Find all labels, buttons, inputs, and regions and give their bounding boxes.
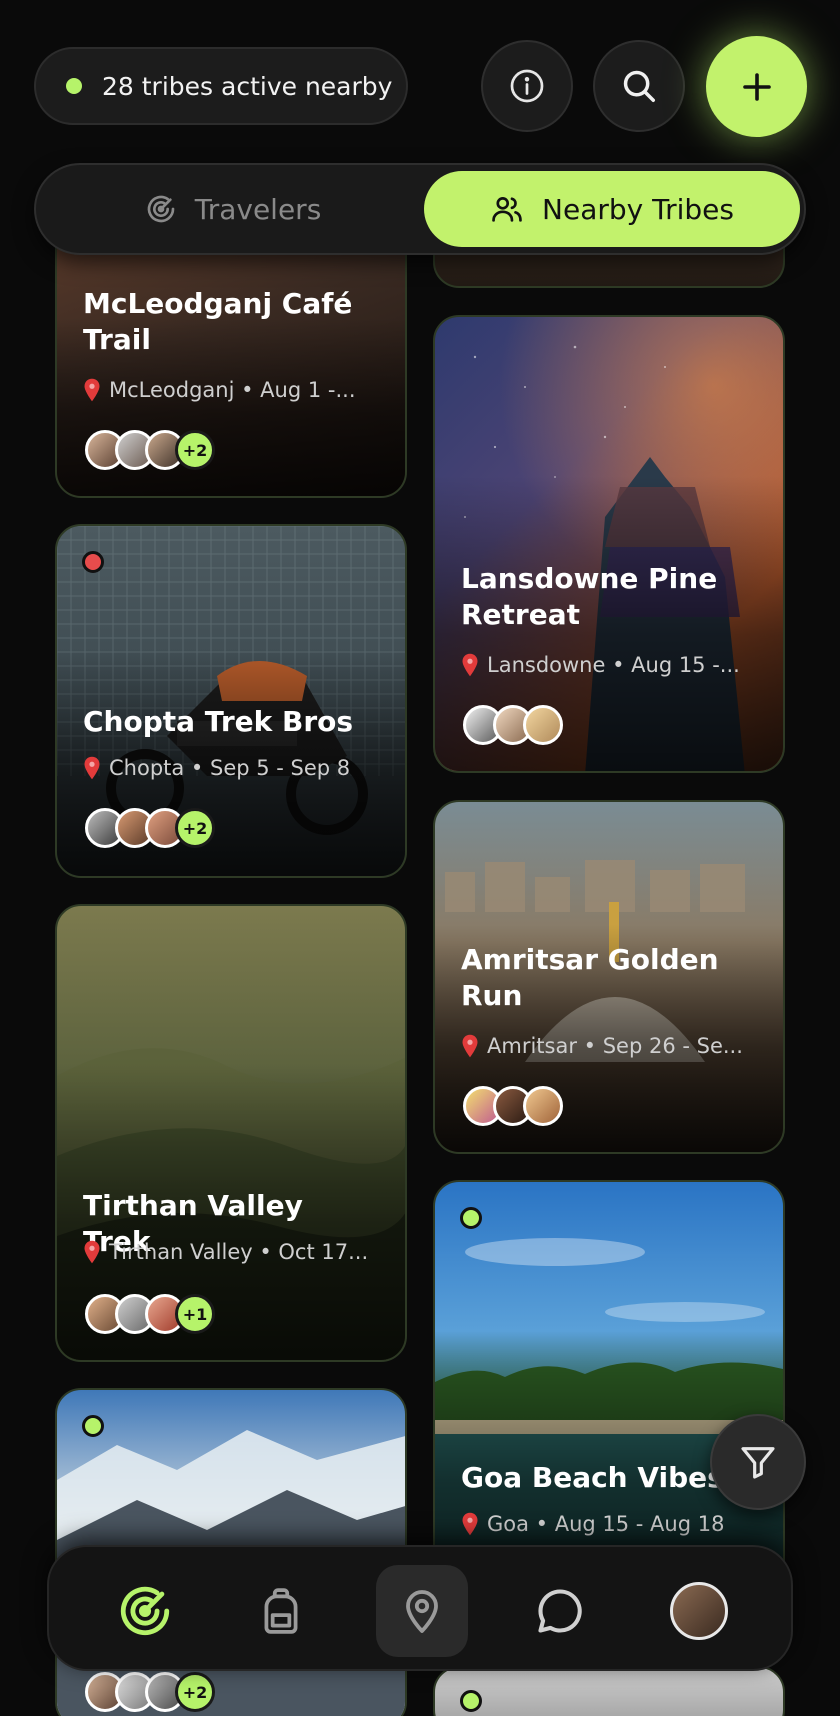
radar-icon — [147, 195, 175, 223]
map-pin-icon — [462, 653, 478, 677]
member-avatars — [463, 1086, 563, 1126]
tribe-meta-text: McLeodganj • Aug 1 -... — [109, 378, 356, 402]
tab-travelers-label: Travelers — [194, 192, 322, 226]
map-pin-icon — [84, 378, 100, 402]
member-avatars: +2 — [85, 430, 215, 470]
card-scrim — [57, 906, 405, 1360]
create-tribe-button[interactable] — [706, 36, 807, 137]
tab-travelers[interactable]: Travelers — [42, 171, 424, 247]
tribe-title: Chopta Trek Bros — [83, 705, 354, 738]
status-dot-red — [82, 551, 104, 573]
tribe-meta: Amritsar • Sep 26 - Se... — [461, 1034, 765, 1058]
map-pin-icon — [462, 1034, 478, 1058]
nav-map[interactable] — [376, 1565, 468, 1657]
users-icon — [492, 197, 522, 222]
tribe-card-tirthan[interactable]: Tirthan Valley Trek Tirthan Valley • Oct… — [55, 904, 407, 1362]
backpack-icon — [264, 1588, 298, 1634]
nav-chat[interactable] — [514, 1565, 606, 1657]
radar-icon — [120, 1586, 170, 1636]
tribe-title: Amritsar Golden Run — [461, 943, 719, 1012]
tribe-card-amritsar[interactable]: Amritsar Golden Run Amritsar • Sep 26 - … — [433, 800, 785, 1154]
info-icon — [510, 69, 544, 103]
tribe-title: McLeodganj Café Trail — [83, 287, 353, 356]
tab-nearby-tribes[interactable]: Nearby Tribes — [424, 171, 800, 247]
map-pin-icon — [462, 1512, 478, 1536]
tribe-meta-text: Goa • Aug 15 - Aug 18 — [487, 1512, 725, 1536]
tab-nearby-tribes-label: Nearby Tribes — [542, 192, 734, 226]
filter-button[interactable] — [710, 1414, 806, 1510]
member-avatars: +1 — [85, 1294, 215, 1334]
nav-radar[interactable] — [99, 1565, 191, 1657]
avatar — [523, 1086, 563, 1126]
more-members-badge: +1 — [175, 1294, 215, 1334]
map-pin-icon — [84, 756, 100, 780]
status-dot-green — [460, 1690, 482, 1712]
tribe-meta: Chopta • Sep 5 - Sep 8 — [83, 756, 387, 780]
active-tribes-pill: 28 tribes active nearby — [34, 47, 408, 125]
more-members-badge: +2 — [175, 808, 215, 848]
more-members-badge: +2 — [175, 430, 215, 470]
tribe-meta-text: Tirthan Valley • Oct 17... — [109, 1240, 369, 1264]
card-scrim — [435, 317, 783, 771]
chat-icon — [538, 1589, 582, 1633]
tribe-meta-text: Chopta • Sep 5 - Sep 8 — [109, 756, 351, 780]
member-avatars: +2 — [85, 808, 215, 848]
bottom-navigation — [47, 1545, 793, 1671]
tribe-meta: Tirthan Valley • Oct 17... — [83, 1240, 387, 1264]
tribe-meta: McLeodganj • Aug 1 -... — [83, 378, 387, 402]
tribe-card-chopta[interactable]: Chopta Trek Bros Chopta • Sep 5 - Sep 8 … — [55, 524, 407, 878]
tribe-meta: Goa • Aug 15 - Aug 18 — [461, 1512, 765, 1536]
member-avatars: +2 — [85, 1672, 215, 1712]
plus-icon — [742, 72, 771, 101]
search-icon — [623, 70, 655, 102]
more-members-badge: +2 — [175, 1672, 215, 1712]
tribe-meta-text: Amritsar • Sep 26 - Se... — [487, 1034, 743, 1058]
active-tribes-text: 28 tribes active nearby — [102, 71, 393, 101]
map-pin-icon — [84, 1240, 100, 1264]
tribe-card-lansdowne[interactable]: Lansdowne Pine Retreat Lansdowne • Aug 1… — [433, 315, 785, 773]
nav-trips[interactable] — [235, 1565, 327, 1657]
info-button[interactable] — [481, 40, 573, 132]
tribe-card-mcleodganj[interactable]: McLeodganj Café Trail McLeodganj • Aug 1… — [55, 220, 407, 498]
status-dot-green — [82, 1415, 104, 1437]
status-dot-green — [460, 1207, 482, 1229]
tribe-title: Lansdowne Pine Retreat — [461, 562, 718, 631]
nav-profile[interactable] — [653, 1565, 745, 1657]
member-avatars — [463, 705, 563, 745]
profile-avatar — [670, 1582, 728, 1640]
tribe-meta-text: Lansdowne • Aug 15 -... — [487, 653, 740, 677]
app-screen: 28 tribes active nearby Travelers Nearby… — [0, 0, 840, 1716]
view-toggle-tabs: Travelers Nearby Tribes — [34, 163, 806, 255]
map-pin-icon — [406, 1590, 438, 1633]
filter-icon — [741, 1447, 775, 1479]
search-button[interactable] — [593, 40, 685, 132]
active-status-dot — [66, 78, 82, 94]
tribe-meta: Lansdowne • Aug 15 -... — [461, 653, 765, 677]
tribe-card-partial-bottom[interactable] — [433, 1666, 785, 1716]
avatar — [523, 705, 563, 745]
